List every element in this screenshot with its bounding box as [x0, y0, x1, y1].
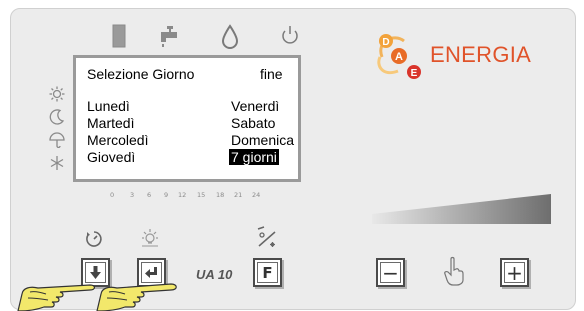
display-title: Selezione Giorno [87, 66, 195, 82]
drop-icon [221, 24, 239, 49]
day-option: Giovedì [87, 149, 136, 165]
brand-name: ENERGIA [430, 42, 532, 67]
pointing-hand-left-icon [17, 284, 96, 311]
time-tick: 6 [147, 191, 152, 199]
plus-button[interactable]: + [500, 258, 529, 287]
logo-letter-e: E [411, 68, 418, 79]
plus-button-label: + [504, 261, 525, 285]
day-option: Sabato [231, 115, 276, 131]
moon-icon [49, 109, 65, 125]
time-tick: 24 [252, 191, 261, 199]
day-option: Mercoledì [87, 132, 149, 148]
f-button-label: F [257, 262, 278, 283]
time-tick: 15 [197, 191, 206, 199]
faucet-icon [161, 26, 177, 47]
heater-icon [112, 24, 126, 48]
day-option: Lunedì [87, 98, 130, 114]
power-icon [282, 26, 298, 44]
logo-letter-d: D [382, 37, 389, 48]
time-tick: 21 [234, 191, 243, 199]
lcd-display: Selezione Giorno fine Lunedì Martedì Mer… [73, 55, 301, 182]
day-option: Martedì [87, 115, 135, 131]
level-indicator [372, 194, 551, 224]
arrow-down-icon [90, 266, 101, 279]
day-option: Venerdì [231, 98, 280, 114]
thermostat-screen: Selezione Giorno fine Lunedì Martedì Mer… [0, 0, 584, 311]
time-tick: 9 [164, 191, 169, 199]
day-option: Domenica [231, 132, 295, 148]
pointing-hand-icon [444, 256, 464, 286]
enter-arrow-icon [145, 266, 157, 278]
minus-button-label: − [380, 261, 401, 285]
time-tick: 18 [216, 191, 225, 199]
day-option-selected: 7 giorni [229, 149, 279, 165]
logo-letter-a: A [395, 51, 403, 63]
timer-icon [86, 231, 102, 247]
brand-logo: D A E [377, 34, 421, 79]
sun-icon [49, 86, 65, 102]
lamp-icon [142, 229, 158, 247]
minus-button[interactable]: − [376, 258, 405, 287]
f-button[interactable]: F [253, 258, 282, 287]
percent-icon [257, 226, 276, 247]
pointing-hand-right-icon [96, 283, 177, 311]
time-tick: 12 [178, 191, 187, 199]
model-label: UA 10 [196, 267, 233, 282]
snowflake-icon [50, 156, 64, 170]
umbrella-icon [49, 132, 65, 148]
display-action: fine [260, 66, 283, 82]
time-tick: 3 [130, 191, 135, 199]
time-tick: 0 [110, 191, 115, 199]
